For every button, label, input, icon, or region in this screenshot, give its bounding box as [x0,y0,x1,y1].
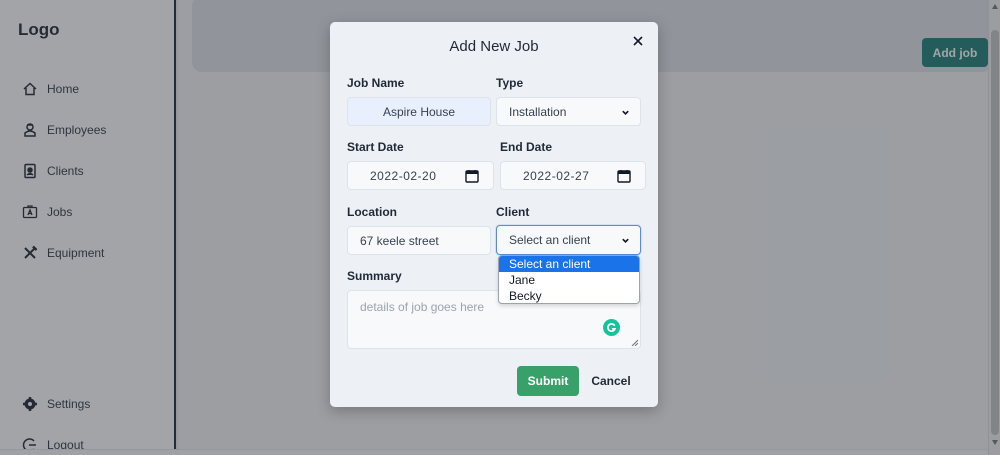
end-date-label: End Date [500,140,553,154]
summary-label: Summary [347,269,402,283]
location-label: Location [347,205,397,219]
start-date-label: Start Date [347,140,404,154]
start-date-input[interactable]: 2022-02-20 [347,161,494,190]
location-value: 67 keele street [360,233,439,248]
cancel-button[interactable]: Cancel [587,366,635,396]
submit-button[interactable]: Submit [517,366,579,396]
calendar-icon[interactable] [465,169,479,183]
start-date-value: 2022-02-20 [370,168,437,183]
type-label: Type [496,76,524,90]
job-name-input[interactable]: Aspire House [347,97,491,126]
close-icon[interactable] [630,33,646,49]
calendar-icon[interactable] [617,169,631,183]
client-value: Select an client [509,233,591,247]
end-date-value: 2022-02-27 [523,168,590,183]
chevron-down-icon [622,110,629,115]
client-label: Client [496,205,530,219]
client-option[interactable]: Select an client [499,256,639,272]
type-select[interactable]: Installation [496,97,641,126]
add-job-modal: Add New Job Job Name Aspire House Type I… [330,22,658,407]
location-input[interactable]: 67 keele street [347,226,491,255]
client-option[interactable]: Becky [499,288,639,303]
end-date-input[interactable]: 2022-02-27 [500,161,646,190]
grammarly-icon[interactable] [603,319,620,336]
client-dropdown-list: Select an client Jane Becky [498,255,640,304]
chevron-down-icon [622,238,629,243]
job-name-value: Aspire House [382,104,456,119]
client-select[interactable]: Select an client [496,225,641,255]
client-option[interactable]: Jane [499,272,639,288]
job-name-label: Job Name [347,76,405,90]
modal-title: Add New Job [449,38,539,55]
type-value: Installation [509,104,567,119]
resize-grip-icon[interactable] [631,339,638,346]
summary-placeholder: details of job goes here [360,300,485,314]
